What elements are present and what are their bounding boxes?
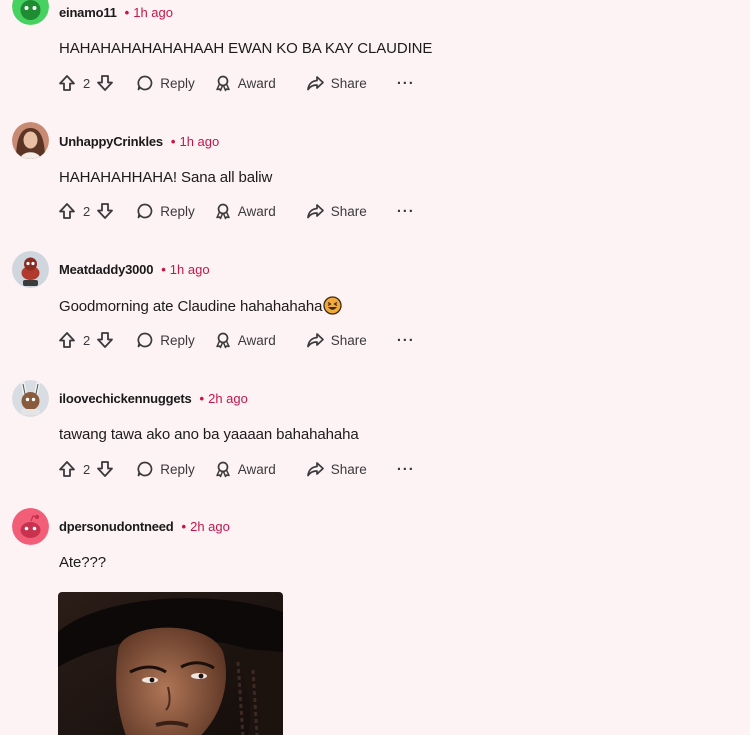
reply-button[interactable]: Reply bbox=[136, 202, 195, 220]
award-button[interactable]: Award bbox=[214, 202, 276, 220]
author-name[interactable]: dpersonudontneed bbox=[59, 519, 174, 534]
share-button[interactable]: Share bbox=[306, 202, 367, 220]
downvote-icon[interactable] bbox=[96, 202, 114, 220]
vote-group: 2 bbox=[58, 460, 114, 478]
reply-button[interactable]: Reply bbox=[136, 74, 195, 92]
share-arrow-icon bbox=[306, 460, 331, 478]
upvote-icon[interactable] bbox=[58, 331, 76, 349]
speech-bubble-icon bbox=[136, 331, 160, 349]
downvote-icon[interactable] bbox=[96, 331, 114, 349]
vote-group: 2 bbox=[58, 331, 114, 349]
share-arrow-icon bbox=[306, 202, 331, 220]
share-label: Share bbox=[330, 332, 367, 348]
gif-image[interactable] bbox=[58, 592, 283, 735]
share-button[interactable]: Share bbox=[306, 460, 367, 478]
speech-bubble-icon bbox=[136, 74, 160, 92]
meta-separator: • bbox=[181, 519, 187, 534]
award-icon bbox=[214, 202, 238, 220]
meta-separator: • bbox=[170, 134, 176, 149]
avatar[interactable] bbox=[12, 251, 49, 288]
vote-group: 2 bbox=[58, 202, 114, 220]
award-icon bbox=[214, 331, 238, 349]
comment-actions: 2 Reply Award Share ··· bbox=[58, 72, 415, 94]
award-button[interactable]: Award bbox=[214, 460, 276, 478]
more-options-button[interactable]: ··· bbox=[397, 332, 415, 349]
comment-actions: 2 Reply Award Share ··· bbox=[58, 200, 415, 222]
comment-meta: einamo11 • 1h ago bbox=[59, 5, 173, 21]
timestamp[interactable]: 1h ago bbox=[133, 5, 173, 20]
avatar[interactable] bbox=[12, 122, 49, 159]
comment-text: HAHAHAHHAHA! Sana all baliw bbox=[59, 169, 273, 186]
avatar[interactable] bbox=[12, 508, 49, 545]
upvote-icon[interactable] bbox=[58, 202, 76, 220]
comment-meta: Meatdaddy3000 • 1h ago bbox=[59, 262, 210, 278]
comment-text: Goodmorning ate Claudine hahahahaha bbox=[59, 296, 343, 321]
share-label: Share bbox=[330, 75, 367, 91]
share-button[interactable]: Share bbox=[306, 331, 367, 349]
timestamp[interactable]: 1h ago bbox=[179, 134, 219, 149]
avatar[interactable] bbox=[12, 380, 49, 417]
downvote-icon[interactable] bbox=[96, 74, 114, 92]
award-label: Award bbox=[237, 203, 276, 219]
vote-score: 2 bbox=[83, 461, 91, 477]
comment-feed: einamo11 • 1h ago HAHAHAHAHAHAHAAH EWAN KO… bbox=[0, 0, 750, 735]
laughing-emoji-icon bbox=[323, 296, 343, 321]
meta-separator: • bbox=[124, 5, 130, 20]
reply-label: Reply bbox=[160, 332, 195, 348]
more-options-button[interactable]: ··· bbox=[397, 203, 415, 220]
upvote-icon[interactable] bbox=[58, 74, 76, 92]
share-label: Share bbox=[330, 203, 367, 219]
timestamp[interactable]: 1h ago bbox=[170, 262, 210, 277]
share-arrow-icon bbox=[306, 331, 331, 349]
reply-label: Reply bbox=[160, 461, 195, 477]
comment-text-content: Goodmorning ate Claudine hahahahaha bbox=[59, 298, 323, 315]
speech-bubble-icon bbox=[136, 202, 160, 220]
timestamp[interactable]: 2h ago bbox=[208, 391, 248, 406]
award-icon bbox=[214, 74, 238, 92]
speech-bubble-icon bbox=[136, 460, 160, 478]
avatar[interactable] bbox=[12, 0, 49, 25]
comment-text: tawang tawa ako ano ba yaaaan bahahahaha bbox=[59, 426, 359, 443]
vote-score: 2 bbox=[83, 332, 91, 348]
comment-text: HAHAHAHAHAHAHAAH EWAN KO BA KAY CLAUDINE bbox=[59, 40, 433, 57]
comment-actions: 2 Reply Award Share ··· bbox=[58, 458, 415, 480]
author-name[interactable]: UnhappyCrinkles bbox=[59, 134, 163, 149]
more-options-button[interactable]: ··· bbox=[397, 461, 415, 478]
reply-button[interactable]: Reply bbox=[136, 331, 195, 349]
comment-meta: dpersonudontneed • 2h ago bbox=[59, 519, 230, 535]
vote-score: 2 bbox=[83, 75, 91, 91]
comment-text: Ate??? bbox=[59, 554, 106, 571]
award-label: Award bbox=[237, 332, 276, 348]
award-icon bbox=[214, 460, 238, 478]
upvote-icon[interactable] bbox=[58, 460, 76, 478]
author-name[interactable]: iloovechickennuggets bbox=[59, 391, 192, 406]
award-button[interactable]: Award bbox=[214, 331, 276, 349]
vote-group: 2 bbox=[58, 74, 114, 92]
reply-label: Reply bbox=[160, 203, 195, 219]
award-label: Award bbox=[237, 461, 276, 477]
award-label: Award bbox=[237, 75, 276, 91]
share-arrow-icon bbox=[306, 74, 331, 92]
award-button[interactable]: Award bbox=[214, 74, 276, 92]
meta-separator: • bbox=[199, 391, 205, 406]
reply-label: Reply bbox=[160, 75, 195, 91]
comment-meta: UnhappyCrinkles • 1h ago bbox=[59, 134, 219, 150]
share-label: Share bbox=[330, 461, 367, 477]
comment-meta: iloovechickennuggets • 2h ago bbox=[59, 391, 248, 407]
reply-button[interactable]: Reply bbox=[136, 460, 195, 478]
meta-separator: • bbox=[161, 262, 166, 277]
downvote-icon[interactable] bbox=[96, 460, 114, 478]
comment-actions: 2 Reply Award Share ··· bbox=[58, 329, 415, 351]
author-name[interactable]: Meatdaddy3000 bbox=[59, 262, 153, 277]
timestamp[interactable]: 2h ago bbox=[190, 519, 230, 534]
share-button[interactable]: Share bbox=[306, 74, 367, 92]
more-options-button[interactable]: ··· bbox=[397, 75, 415, 92]
author-name[interactable]: einamo11 bbox=[59, 5, 117, 20]
vote-score: 2 bbox=[83, 203, 91, 219]
